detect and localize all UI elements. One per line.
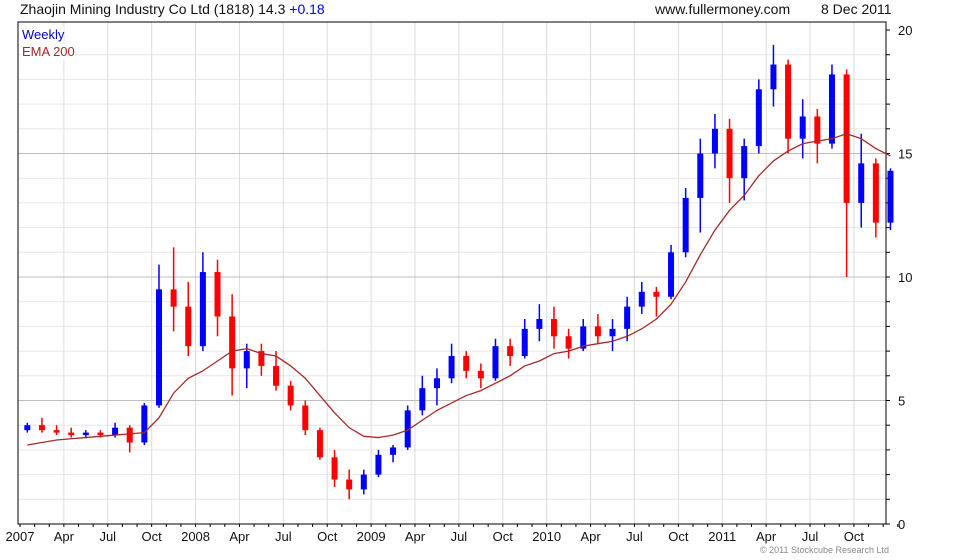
x-tick-label: Apr bbox=[54, 529, 75, 544]
x-tick-label: Apr bbox=[229, 529, 250, 544]
candle-body bbox=[68, 432, 75, 436]
candle-body bbox=[711, 128, 718, 154]
candle-body bbox=[887, 170, 894, 223]
candle-body bbox=[814, 116, 821, 144]
x-tick-label: Apr bbox=[580, 529, 601, 544]
x-tick-label: Oct bbox=[844, 529, 865, 544]
copyright: © 2011 Stockcube Research Ltd bbox=[760, 545, 890, 555]
candle-body bbox=[112, 427, 119, 436]
candle-body bbox=[726, 128, 733, 179]
candle-body bbox=[419, 388, 426, 411]
candle-body bbox=[785, 64, 792, 139]
x-tick-label: 2007 bbox=[6, 529, 35, 544]
x-tick-label: Oct bbox=[493, 529, 514, 544]
candle-body bbox=[477, 370, 484, 379]
candle-body bbox=[668, 252, 675, 297]
candle-body bbox=[565, 336, 572, 349]
x-tick-label: Apr bbox=[756, 529, 777, 544]
x-tick-label: Jul bbox=[99, 529, 116, 544]
legend-ema: EMA 200 bbox=[22, 44, 75, 59]
x-tick-label: Jul bbox=[626, 529, 643, 544]
candle-body bbox=[624, 306, 631, 329]
candle-body bbox=[229, 316, 236, 369]
x-tick-label: Jul bbox=[451, 529, 468, 544]
candle-body bbox=[638, 291, 645, 307]
candle-body bbox=[331, 457, 338, 480]
candle-body bbox=[243, 351, 250, 369]
candle-body bbox=[858, 163, 865, 203]
candle-body bbox=[594, 326, 601, 337]
y-tick-label: 15 bbox=[898, 147, 912, 162]
candle-body bbox=[199, 272, 206, 347]
candle-body bbox=[536, 318, 543, 329]
x-tick-label: Oct bbox=[142, 529, 163, 544]
x-tick-label: 2010 bbox=[532, 529, 561, 544]
candle-body bbox=[24, 425, 31, 431]
candle-body bbox=[287, 385, 294, 406]
candle-body bbox=[360, 474, 367, 490]
x-tick-label: Oct bbox=[668, 529, 689, 544]
candle-body bbox=[141, 405, 148, 443]
candle-body bbox=[799, 116, 806, 139]
candle-body bbox=[609, 328, 616, 337]
candle-body bbox=[755, 89, 762, 147]
x-tick-label: Jul bbox=[275, 529, 292, 544]
y-tick-label: 5 bbox=[898, 394, 905, 409]
candle-body bbox=[97, 432, 104, 436]
price-chart: 2007 Apr Jul Oct 2008 Apr Jul Oct 2009 Apr Jul Oct 2… bbox=[6, 21, 912, 544]
x-tick-label: 2008 bbox=[181, 529, 210, 544]
y-tick-label: 0 bbox=[898, 517, 905, 532]
candle-body bbox=[346, 479, 353, 490]
candle-body bbox=[653, 291, 660, 297]
candle-body bbox=[682, 197, 689, 253]
candle-body bbox=[448, 356, 455, 379]
candle-body bbox=[697, 153, 704, 198]
x-tick-label: Oct bbox=[317, 529, 338, 544]
candle-body bbox=[273, 365, 280, 386]
candle-body bbox=[375, 454, 382, 475]
candle-body bbox=[38, 425, 45, 431]
legend-weekly: Weekly bbox=[22, 27, 65, 42]
chart-page: Zhaojin Mining Industry Co Ltd (1818) 14… bbox=[0, 0, 980, 560]
candle-body bbox=[302, 405, 309, 431]
candle-body bbox=[521, 328, 528, 357]
candle-body bbox=[185, 306, 192, 347]
candle-body bbox=[53, 430, 60, 433]
x-tick-label: Jul bbox=[802, 529, 819, 544]
candle-body bbox=[82, 432, 89, 436]
candle-body bbox=[492, 346, 499, 379]
candle-body bbox=[872, 163, 879, 223]
candle-body bbox=[316, 430, 323, 458]
candle-body bbox=[550, 318, 557, 337]
y-tick-label: 20 bbox=[898, 23, 912, 38]
candle-body bbox=[770, 64, 777, 90]
y-tick-label: 10 bbox=[898, 270, 912, 285]
x-tick-label: Apr bbox=[405, 529, 426, 544]
x-tick-label: 2011 bbox=[708, 529, 736, 544]
candle-body bbox=[155, 289, 162, 406]
candle-body bbox=[433, 378, 440, 389]
candle-body bbox=[741, 146, 748, 179]
candle-body bbox=[390, 447, 397, 455]
candle-body bbox=[170, 289, 177, 307]
candle-body bbox=[507, 346, 514, 357]
candle-body bbox=[843, 74, 850, 203]
plot-frame bbox=[17, 21, 887, 525]
x-tick-label: 2009 bbox=[357, 529, 386, 544]
candle-body bbox=[828, 74, 835, 144]
candle-body bbox=[463, 356, 470, 371]
candle-body bbox=[126, 427, 133, 443]
candle-body bbox=[214, 272, 221, 317]
